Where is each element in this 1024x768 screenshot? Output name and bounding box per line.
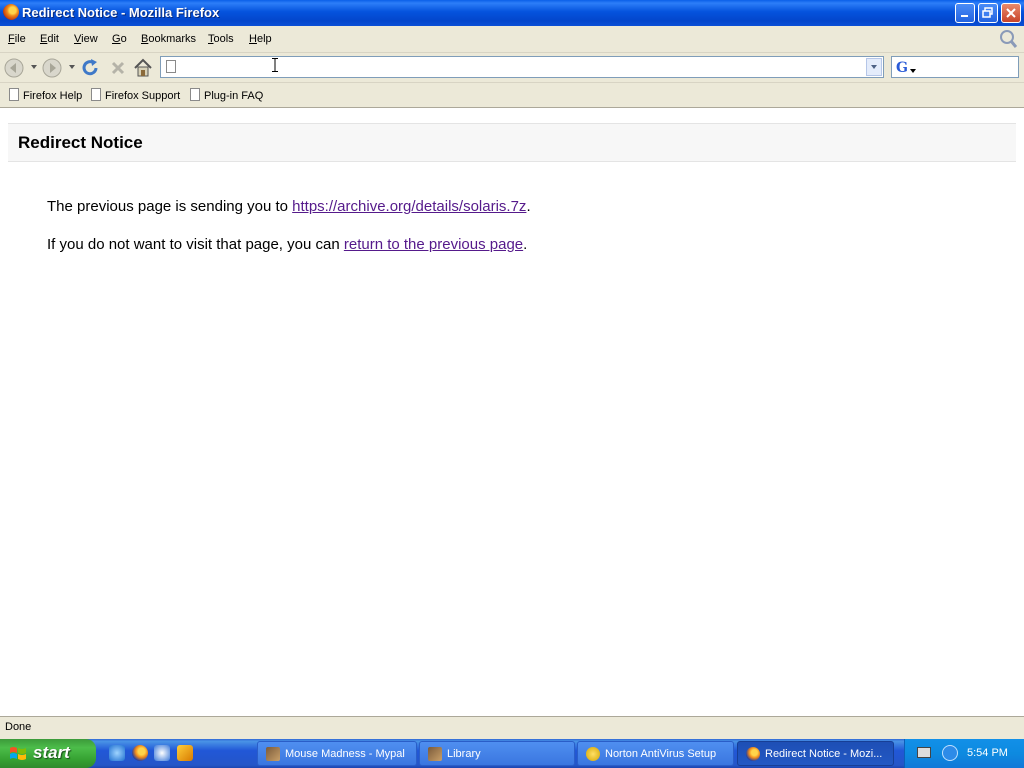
bookmark-page-icon	[190, 88, 200, 101]
restore-button[interactable]	[978, 3, 998, 23]
bookmark-firefox-help[interactable]: Firefox Help	[9, 88, 82, 104]
menu-help[interactable]: Help	[249, 33, 272, 45]
google-icon[interactable]: G	[895, 59, 917, 75]
norton-icon	[586, 747, 600, 761]
redirect-message: The previous page is sending you to http…	[47, 198, 531, 215]
bookmark-plugin-faq[interactable]: Plug-in FAQ	[190, 88, 263, 104]
taskbar: start Mouse Madness - Mypal Library Nort…	[0, 739, 1024, 768]
task-label: Redirect Notice - Mozi...	[765, 748, 883, 760]
menu-bookmarks[interactable]: Bookmarks	[141, 33, 196, 45]
menu-bar: File Edit View Go Bookmarks Tools Help	[0, 26, 1024, 53]
bookmark-label: Firefox Help	[23, 90, 83, 102]
bookmark-firefox-support[interactable]: Firefox Support	[91, 88, 180, 104]
page-content: Redirect Notice The previous page is sen…	[0, 108, 1024, 715]
task-label: Mouse Madness - Mypal	[285, 748, 405, 760]
menu-edit[interactable]: Edit	[40, 33, 59, 45]
redirect-text: The previous page is sending you to	[47, 198, 293, 215]
task-norton-setup[interactable]: Norton AntiVirus Setup	[577, 741, 734, 766]
task-label: Norton AntiVirus Setup	[605, 748, 717, 760]
page-heading: Redirect Notice	[18, 133, 143, 152]
redirect-target-link[interactable]: https://archive.org/details/solaris.7z	[292, 198, 526, 215]
url-bar[interactable]	[160, 56, 884, 78]
menu-go[interactable]: Go	[112, 33, 127, 45]
minimize-icon	[961, 15, 968, 17]
home-icon[interactable]	[132, 57, 154, 79]
clock[interactable]: 5:54 PM	[967, 747, 1008, 759]
close-button[interactable]	[1001, 3, 1021, 23]
return-message: If you do not want to visit that page, y…	[47, 236, 527, 253]
forward-icon[interactable]	[41, 57, 63, 79]
navigation-toolbar: G	[0, 53, 1024, 83]
start-label: start	[33, 743, 70, 762]
return-previous-link[interactable]: return to the previous page	[344, 236, 523, 253]
app-icon[interactable]	[177, 745, 193, 761]
windows-logo-icon	[10, 747, 26, 760]
ie-icon[interactable]	[109, 745, 125, 761]
keyboard-icon[interactable]	[917, 747, 931, 758]
system-tray: 5:54 PM	[904, 739, 1024, 768]
close-icon	[1006, 8, 1016, 18]
forward-dropdown-icon[interactable]	[69, 65, 75, 69]
search-input[interactable]	[920, 59, 1018, 77]
url-input[interactable]	[183, 59, 847, 77]
outlook-icon[interactable]	[154, 745, 170, 761]
text-cursor-icon	[272, 58, 278, 72]
return-text: If you do not want to visit that page, y…	[47, 236, 344, 253]
firefox-icon	[3, 4, 19, 20]
mypal-icon	[266, 747, 280, 761]
reload-icon[interactable]	[79, 57, 101, 79]
stop-icon[interactable]	[107, 57, 129, 79]
window-title: Redirect Notice - Mozilla Firefox	[22, 5, 220, 20]
url-history-dropdown-icon[interactable]	[866, 58, 882, 76]
status-bar: Done	[0, 716, 1024, 739]
menu-file[interactable]: File	[8, 33, 26, 45]
search-bar[interactable]: G	[891, 56, 1019, 78]
status-text: Done	[5, 721, 32, 733]
page-icon	[166, 60, 176, 73]
show-hidden-icons-icon[interactable]	[942, 745, 958, 761]
firefox-icon[interactable]	[132, 745, 148, 761]
notice-header: Redirect Notice	[8, 123, 1016, 162]
task-redirect-notice[interactable]: Redirect Notice - Mozi...	[737, 741, 894, 766]
bookmark-label: Plug-in FAQ	[204, 90, 264, 102]
restore-icon	[982, 7, 993, 18]
bookmarks-toolbar: Firefox Help Firefox Support Plug-in FAQ	[0, 83, 1024, 108]
back-icon[interactable]	[3, 57, 25, 79]
menu-view[interactable]: View	[74, 33, 98, 45]
window-titlebar[interactable]: Redirect Notice - Mozilla Firefox	[0, 0, 1024, 26]
start-button[interactable]: start	[0, 739, 96, 768]
bookmark-label: Firefox Support	[105, 90, 181, 102]
bookmark-page-icon	[91, 88, 101, 101]
menu-tools[interactable]: Tools	[208, 33, 234, 45]
task-mouse-madness[interactable]: Mouse Madness - Mypal	[257, 741, 417, 766]
mypal-icon	[428, 747, 442, 761]
svg-text:G: G	[896, 60, 908, 75]
throbber-icon	[1000, 30, 1018, 48]
firefox-icon	[746, 747, 760, 761]
back-dropdown-icon[interactable]	[31, 65, 37, 69]
punctuation: .	[526, 198, 531, 215]
punctuation: .	[523, 236, 528, 253]
bookmark-page-icon	[9, 88, 19, 101]
minimize-button[interactable]	[955, 3, 975, 23]
task-library[interactable]: Library	[419, 741, 575, 766]
task-label: Library	[447, 748, 481, 760]
